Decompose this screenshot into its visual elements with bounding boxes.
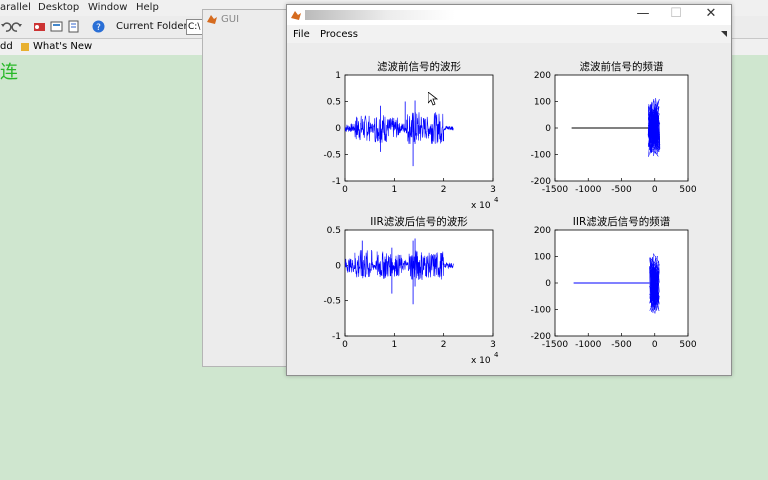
x-tick-label: 500 (679, 185, 696, 195)
shortcut-whats-new[interactable]: What's New (33, 41, 92, 52)
y-tick-label: 0.5 (327, 226, 341, 236)
y-tick-label: 0 (545, 279, 551, 289)
menu-desktop[interactable]: Desktop (38, 2, 79, 13)
x-scale-exponent: 4 (494, 196, 499, 204)
x-tick-label: 0 (342, 185, 348, 195)
redo-icon[interactable] (10, 20, 23, 33)
x-scale-label: x 10 (471, 201, 491, 211)
dock-arrow-icon[interactable] (721, 31, 727, 37)
y-tick-label: 0.5 (327, 98, 341, 108)
x-tick-label: 1 (391, 185, 397, 195)
x-tick-label: 0 (652, 340, 658, 350)
y-tick-label: -200 (531, 177, 552, 187)
menu-window[interactable]: Window (88, 2, 127, 13)
current-folder-label: Current Folder: (116, 21, 191, 32)
y-tick-label: 200 (534, 71, 551, 81)
x-tick-label: -1000 (575, 340, 601, 350)
whats-new-icon (21, 43, 29, 51)
x-scale-label: x 10 (471, 356, 491, 366)
x-tick-label: 2 (441, 340, 447, 350)
x-scale-exponent: 4 (494, 351, 499, 359)
y-tick-label: -1 (332, 332, 341, 342)
guide-icon[interactable] (50, 20, 63, 33)
shortcut-add[interactable]: dd (0, 41, 13, 52)
y-tick-label: -0.5 (323, 151, 341, 161)
figure-titlebar[interactable]: — ☐ ✕ (287, 5, 731, 25)
figure-window[interactable]: — ☐ ✕ File Process 滤波前信号的波形 0 1 2 3 -1 -0.5 0 0.… (286, 4, 732, 376)
menu-parallel[interactable]: arallel (0, 2, 31, 13)
profiler-icon[interactable] (67, 20, 80, 33)
y-tick-label: 1 (335, 71, 341, 81)
menu-file[interactable]: File (293, 29, 310, 40)
y-tick-label: -0.5 (323, 297, 341, 307)
axes-box (344, 229, 494, 337)
chart-title: IIR滤波后信号的频谱 (573, 215, 671, 228)
axes-box (344, 74, 494, 182)
x-tick-label: 0 (342, 340, 348, 350)
matlab-logo-icon (291, 11, 301, 20)
y-tick-label: -100 (531, 151, 552, 161)
x-tick-label: -1000 (575, 185, 601, 195)
gui-window-title: GUI (221, 14, 240, 25)
plot-area: 滤波前信号的波形0 1 2 3-1-0.500.51x 104滤波前信号的频谱-150… (323, 60, 696, 366)
maximize-button[interactable]: ☐ (664, 6, 688, 21)
gui-window[interactable]: GUI (202, 9, 294, 367)
y-tick-label: -200 (531, 332, 552, 342)
menu-process[interactable]: Process (320, 29, 358, 40)
blurred-title (305, 10, 455, 20)
x-tick-label: 500 (679, 340, 696, 350)
y-tick-label: 0 (335, 261, 341, 271)
minimize-button[interactable]: — (631, 6, 655, 21)
simulink-icon[interactable] (33, 20, 46, 33)
matlab-logo-icon (207, 15, 217, 24)
y-tick-label: 0 (545, 124, 551, 134)
y-tick-label: 100 (534, 253, 551, 263)
chart-title: 滤波前信号的波形 (377, 60, 461, 73)
y-tick-label: -100 (531, 306, 552, 316)
x-tick-label: 0 (652, 185, 658, 195)
svg-text:?: ? (96, 23, 101, 33)
y-tick-label: 100 (534, 98, 551, 108)
mouse-cursor-icon (428, 92, 438, 106)
menu-help[interactable]: Help (136, 2, 159, 13)
command-window-text: 连 (0, 62, 18, 83)
chart-title: IIR滤波后信号的波形 (370, 215, 468, 228)
y-tick-label: -1 (332, 177, 341, 187)
x-tick-label: -500 (611, 340, 632, 350)
close-button[interactable]: ✕ (699, 6, 723, 21)
y-tick-label: 0 (335, 124, 341, 134)
x-tick-label: 3 (490, 340, 496, 350)
x-tick-label: 1 (391, 340, 397, 350)
figure-menubar: File Process (287, 25, 731, 43)
y-tick-label: 200 (534, 226, 551, 236)
x-tick-label: 3 (490, 185, 496, 195)
x-tick-label: -500 (611, 185, 632, 195)
chart-title: 滤波前信号的频谱 (580, 60, 664, 73)
help-icon[interactable]: ? (92, 20, 105, 33)
x-tick-label: 2 (441, 185, 447, 195)
